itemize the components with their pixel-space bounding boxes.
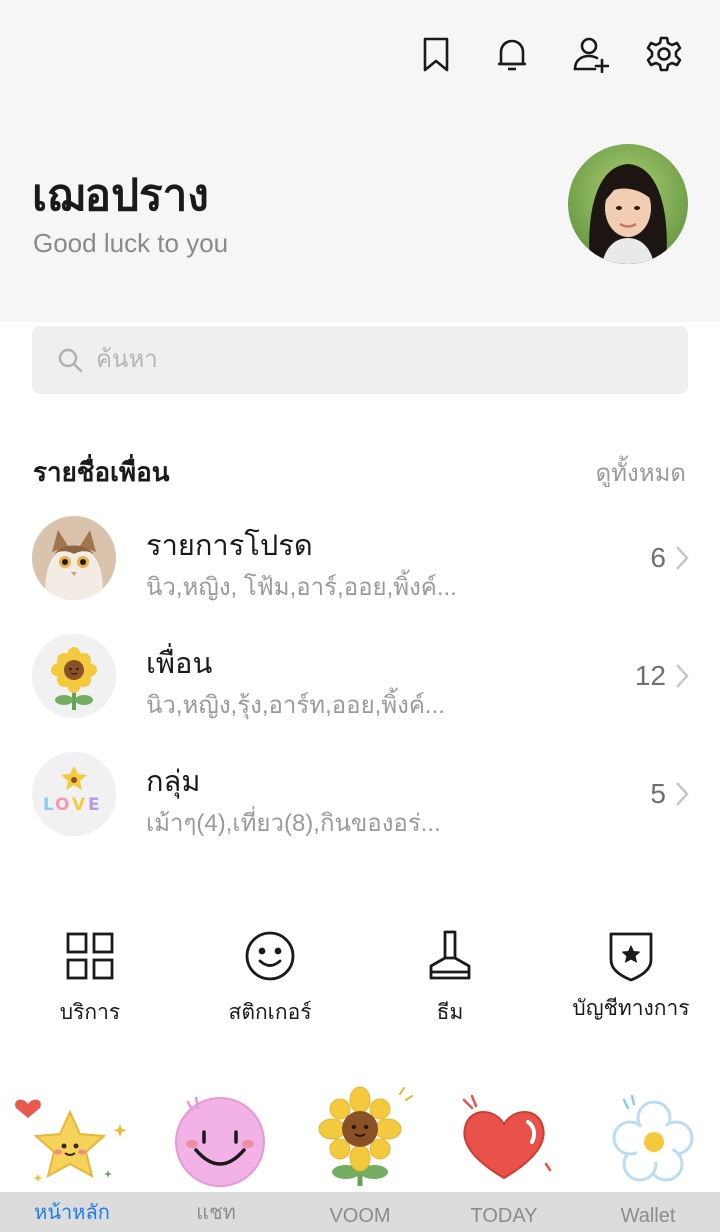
smile-sticker-icon: [175, 1096, 265, 1187]
grid-icon: [66, 932, 114, 980]
friends-section-title: รายชื่อเพื่อน: [33, 457, 170, 487]
list-item-friends[interactable]: เพื่อน นิว,หญิง,รุ้ง,อาร์ท,ออย,พิ้งค์...…: [0, 634, 720, 744]
row-title: เพื่อน: [146, 648, 213, 680]
chevron-right-icon: [676, 546, 689, 570]
official-badge-icon: [609, 932, 653, 982]
row-title: กลุ่ม: [146, 766, 201, 798]
tab-chat[interactable]: แชท: [144, 1078, 288, 1232]
row-subtitle: นิว,หญิง,รุ้ง,อาร์ท,ออย,พิ้งค์...: [146, 692, 445, 719]
themes-label: ธีม: [436, 1001, 464, 1024]
tab-voom[interactable]: VOOM: [288, 1078, 432, 1232]
tab-today[interactable]: TODAY: [432, 1078, 576, 1232]
row-subtitle: เม้าๆ(4),เที่ยว(8),กินของอร่...: [146, 810, 441, 837]
sunflower-sticker-icon: [318, 1086, 413, 1186]
list-item-favorites[interactable]: รายการโปรด นิว,หญิง, โฟ้ม,อาร์,ออย,พิ้งค…: [0, 516, 720, 626]
profile-name[interactable]: เฌอปราง: [32, 160, 209, 230]
stickers-label: สติกเกอร์: [228, 1001, 312, 1024]
row-count: 6: [650, 542, 666, 573]
tab-label: TODAY: [470, 1205, 538, 1227]
tab-home[interactable]: หน้าหลัก: [0, 1078, 144, 1232]
chevron-right-icon: [676, 664, 689, 688]
bell-icon[interactable]: [492, 34, 532, 74]
stickers-button[interactable]: สติกเกอร์: [200, 924, 340, 1034]
svg-text:E: E: [88, 795, 100, 815]
see-all-link[interactable]: ดูทั้งหมด: [596, 453, 686, 492]
official-accounts-button[interactable]: บัญชีทางการ: [556, 924, 706, 1034]
smiley-icon: [245, 931, 295, 981]
row-count: 5: [650, 778, 666, 809]
paint-brush-icon: [429, 930, 471, 980]
row-title: รายการโปรด: [146, 530, 313, 562]
search-icon: [58, 348, 83, 373]
official-accounts-label: บัญชีทางการ: [572, 997, 690, 1020]
bookmark-icon[interactable]: [416, 34, 456, 74]
cat-avatar: [32, 516, 116, 600]
settings-icon[interactable]: [644, 34, 684, 74]
add-friend-icon[interactable]: [570, 34, 610, 74]
sunflower-avatar: [32, 634, 116, 718]
services-label: บริการ: [59, 1001, 121, 1024]
row-subtitle: นิว,หญิง, โฟ้ม,อาร์,ออย,พิ้งค์...: [146, 574, 457, 601]
love-sticker-avatar: L O V E: [32, 752, 116, 836]
search-bar[interactable]: [32, 326, 688, 394]
search-input[interactable]: [94, 345, 658, 375]
tab-label: Wallet: [620, 1205, 676, 1227]
row-count: 12: [634, 660, 666, 691]
tab-label: VOOM: [329, 1205, 391, 1227]
themes-button[interactable]: ธีม: [380, 924, 520, 1034]
profile-avatar[interactable]: [568, 144, 688, 264]
tab-label: แชท: [196, 1202, 236, 1224]
svg-text:O: O: [55, 795, 69, 815]
svg-text:L: L: [43, 795, 54, 815]
tab-wallet[interactable]: Wallet: [576, 1078, 720, 1232]
star-sticker-icon: [15, 1099, 127, 1182]
list-item-groups[interactable]: L O V E กลุ่ม เม้าๆ(4),เที่ยว(8),กินของอ…: [0, 752, 720, 862]
svg-text:V: V: [72, 795, 86, 815]
heart-sticker-icon: [462, 1094, 552, 1180]
status-message[interactable]: Good luck to you: [33, 228, 228, 259]
services-button[interactable]: บริการ: [20, 924, 160, 1034]
flower-sticker-icon: [612, 1094, 694, 1182]
tab-label: หน้าหลัก: [34, 1202, 110, 1224]
chevron-right-icon: [676, 782, 689, 806]
